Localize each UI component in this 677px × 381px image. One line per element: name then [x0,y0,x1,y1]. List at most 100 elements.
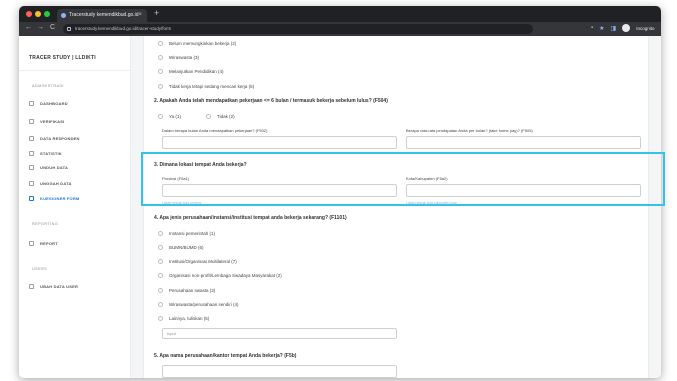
sidebar-item-verifikasi[interactable]: VERIFIKASI [29,117,124,126]
option-tidak[interactable]: Tidak (2) [206,114,235,119]
option-bumn-bumd[interactable]: BUMN/BUMD (6) [158,245,204,250]
highlight-box [141,152,665,206]
sidebar-item-label: UBAH DATA USER [40,284,79,289]
minimize-window-button[interactable] [35,11,41,17]
back-arrow-icon[interactable]: ← [25,24,32,31]
lock-icon [67,27,71,31]
option-label: Organisasi non-profit/Lembaga Swadaya Ma… [169,273,282,278]
question-2-title: 2. Apakah Anda telah mendapatkan pekerja… [154,98,388,104]
close-tab-icon[interactable]: × [138,9,142,22]
statistics-icon [29,151,34,156]
option-label: Melanjutkan Pendidikan (4) [169,69,224,74]
option-label: Institusi/Organisasi Multilateral (7) [169,259,237,264]
radio-button[interactable] [158,84,163,89]
option-label: Lainnya, tuliskan (5) [169,316,210,321]
main-content: Belum memungkinkan bekerja (2) Wiraswast… [139,36,661,378]
forward-arrow-icon[interactable]: → [37,24,44,31]
option-mencari-kerja[interactable]: Tidak kerja tetapi sedang mencari kerja … [158,84,254,89]
question-5-title: 5. Apa nama perusahaan/kantor tempat And… [154,353,297,359]
sidebar-item-dashboard[interactable]: DASHBOARD [29,99,124,108]
radio-button[interactable] [158,69,163,74]
salary-input[interactable] [406,136,641,149]
browser-menu-icon[interactable]: ⋮ [660,25,661,32]
other-company-input[interactable]: Input [162,328,397,339]
report-icon [29,241,34,246]
favicon-icon [61,13,66,18]
sidebar-item-label: KUESIONER FORM [40,196,80,201]
option-label: BUMN/BUMD (6) [169,245,204,250]
sidebar-item-report[interactable]: REPORT [29,239,124,248]
new-tab-button[interactable]: + [154,8,159,18]
sidebar-item-ubah-data-user[interactable]: UBAH DATA USER [29,282,124,291]
bookmark-star-icon[interactable]: ★ [599,25,604,32]
radio-button[interactable] [158,302,163,307]
sidebar-item-label: UNDUH DATA [40,165,69,170]
option-label: Belum memungkinkan bekerja (2) [169,41,237,46]
sidebar-item-label: REPORT [40,241,58,246]
option-label: Perusahaan swasta (3) [169,288,216,293]
option-lainnya[interactable]: Lainnya, tuliskan (5) [158,316,209,321]
reload-icon[interactable]: C [50,24,55,31]
questionnaire-card: Belum memungkinkan bekerja (2) Wiraswast… [143,36,649,378]
sidebar-item-label: DASHBOARD [40,101,68,106]
maximize-window-button[interactable] [44,11,50,17]
option-label: Tidak kerja tetapi sedang mencari kerja … [169,84,255,89]
months-input[interactable] [162,136,397,149]
option-label: Ya (1) [169,114,181,119]
option-ya[interactable]: Ya (1) [158,114,181,119]
sidebar-item-unduh-data[interactable]: UNDUH DATA [29,163,124,172]
sidebar-item-label: VERIFIKASI [40,119,65,124]
radio-button[interactable] [158,259,163,264]
radio-button[interactable] [158,41,163,46]
option-multilateral[interactable]: Institusi/Organisasi Multilateral (7) [158,259,237,264]
option-wiraswasta-sendiri[interactable]: Wiraswasta/perusahaan sendiri (4) [158,302,239,307]
option-instansi-pemerintah[interactable]: Instansi pemerintah (1) [158,231,215,236]
sidebar-item-label: STATISTIK [40,151,62,156]
incognito-label: Incognito [636,25,655,31]
sidebar: TRACER STUDY | LLDIKTI ADMINISTRASI DASH… [19,36,131,378]
sidebar-item-data-responden[interactable]: DATA RESPONDEN [29,134,124,143]
company-name-input[interactable] [162,365,397,378]
option-melanjutkan-pendidikan[interactable]: Melanjutkan Pendidikan (4) [158,69,224,74]
radio-button[interactable] [158,231,163,236]
close-window-button[interactable] [26,11,32,17]
form-icon [29,196,34,201]
sidebar-item-unggah-data[interactable]: UNGGAH DATA [29,179,124,188]
cast-icon[interactable]: ▪ [591,25,593,31]
radio-button[interactable] [158,273,163,278]
browser-tab[interactable]: Tracerstudy kemendikbud.go.id × [57,9,147,22]
window-controls [26,11,50,17]
option-wiraswasta[interactable]: Wiraswasta (3) [158,55,199,60]
radio-button[interactable] [158,55,163,60]
sidebar-item-statistik[interactable]: STATISTIK [29,149,124,158]
radio-button[interactable] [206,114,211,119]
salary-field-label: Berapa rata-rata pendapatan Anda per bul… [406,128,533,133]
sidebar-item-label: DATA RESPONDEN [40,136,80,141]
option-belum-memungkinkan[interactable]: Belum memungkinkan bekerja (2) [158,41,236,46]
url-input[interactable]: tracerstudy.kemendikbud.go.id/tracer-stu… [63,24,533,34]
browser-titlebar: Tracerstudy kemendikbud.go.id × + [19,6,661,22]
profile-avatar[interactable] [622,24,631,32]
sidebar-item-kuesioner-form[interactable]: KUESIONER FORM [29,194,124,203]
radio-button[interactable] [158,245,163,250]
sidebar-section-reporting: REPORTING [32,222,59,226]
user-icon [29,284,34,289]
extension-toolbar: ▪ ★ ◨ Incognito ⋮ [591,24,661,32]
option-label: Wiraswasta (3) [169,55,200,60]
option-non-profit[interactable]: Organisasi non-profit/Lembaga Swadaya Ma… [158,273,282,278]
sidebar-item-label: UNGGAH DATA [40,181,72,186]
sidebar-divider [19,70,131,71]
page-area: TRACER STUDY | LLDIKTI ADMINISTRASI DASH… [19,36,661,378]
sidebar-brand[interactable]: TRACER STUDY | LLDIKTI [29,55,96,61]
radio-button[interactable] [158,288,163,293]
radio-button[interactable] [158,114,163,119]
option-perusahaan-swasta[interactable]: Perusahaan swasta (3) [158,288,215,293]
tab-title: Tracerstudy kemendikbud.go.id [69,12,139,18]
address-bar-row: ← → C tracerstudy.kemendikbud.go.id/trac… [19,22,661,36]
radio-button[interactable] [158,316,163,321]
dashboard-icon [29,101,34,106]
option-label: Wiraswasta/perusahaan sendiri (4) [169,302,239,307]
extensions-icon[interactable]: ◨ [611,25,617,32]
months-field-label: Dalam berapa bulan Anda mendapatkan peke… [162,128,268,133]
verify-icon [29,119,34,124]
